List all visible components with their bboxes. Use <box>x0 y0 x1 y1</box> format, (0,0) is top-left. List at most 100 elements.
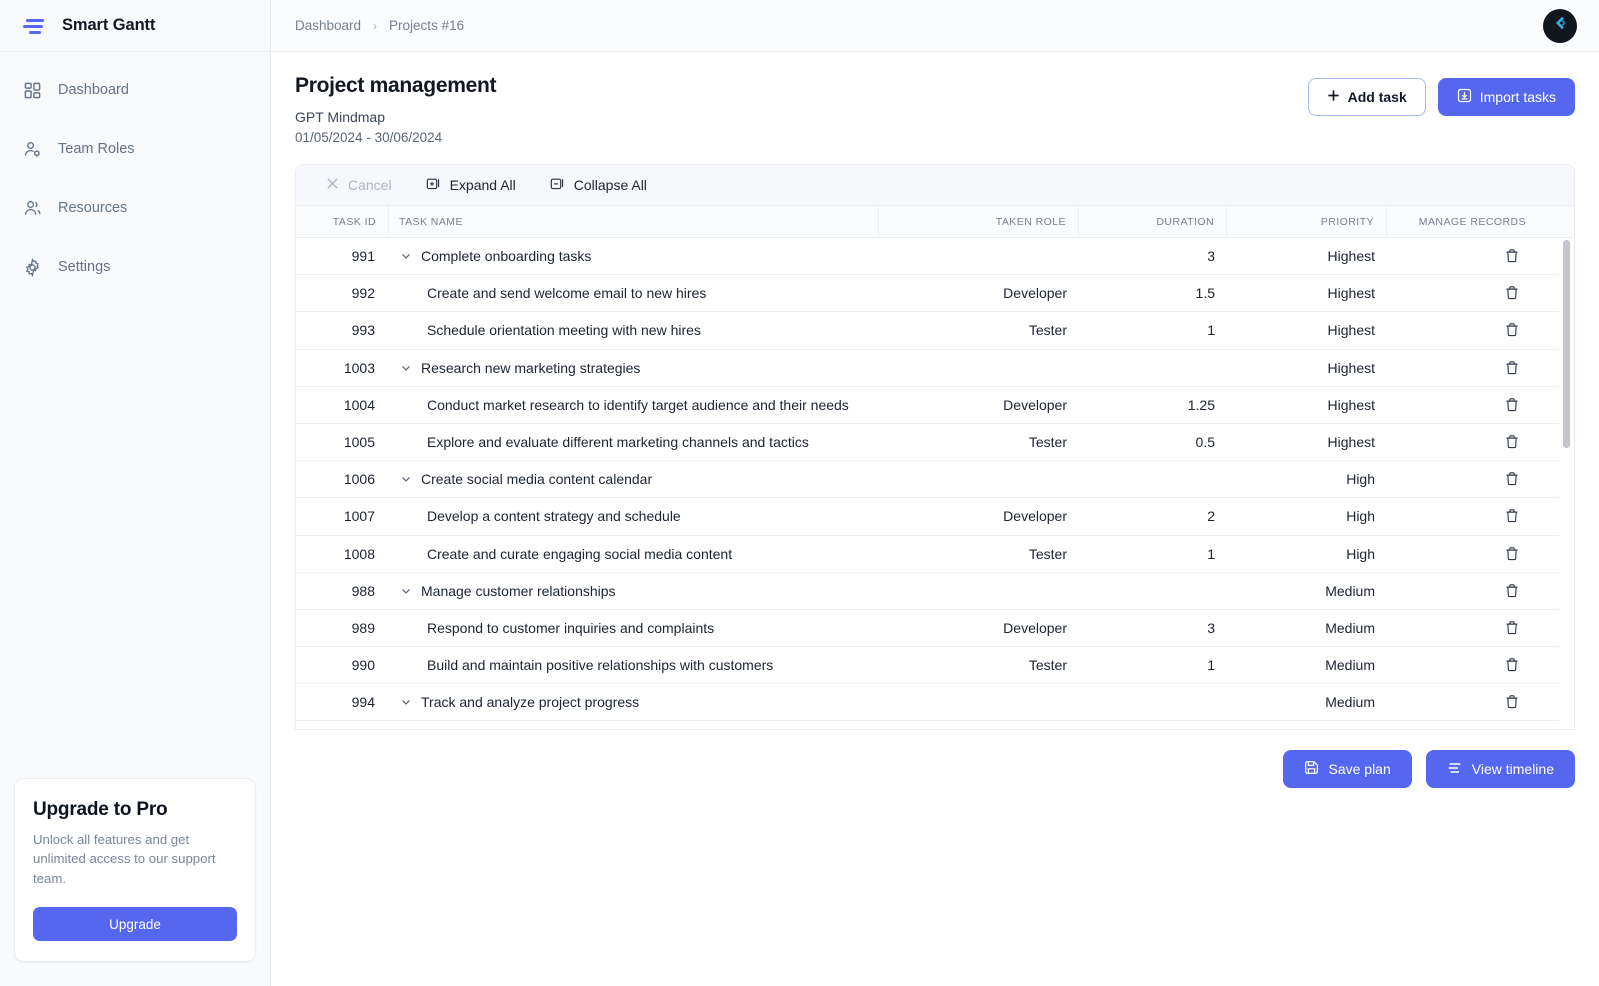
brand-name: Smart Gantt <box>62 16 156 34</box>
save-plan-button[interactable]: Save plan <box>1283 750 1412 788</box>
delete-task-icon[interactable] <box>1504 285 1520 301</box>
import-tasks-button[interactable]: Import tasks <box>1437 78 1575 116</box>
table-row[interactable]: 991 Complete onboarding tasks 3 Highest <box>296 238 1574 276</box>
delete-task-icon[interactable] <box>1504 694 1520 710</box>
sidebar-item-label: Dashboard <box>58 82 129 98</box>
duration-cell: 1 <box>1207 322 1215 339</box>
taken-role-cell: Developer <box>1003 619 1067 636</box>
task-name-cell: Conduct market research to identify targ… <box>389 387 879 423</box>
collapse-all-label: Collapse All <box>573 177 647 193</box>
task-name-text: Respond to customer inquiries and compla… <box>427 619 715 636</box>
task-name-text: Explore and evaluate different marketing… <box>427 434 809 451</box>
task-name-cell: Respond to customer inquiries and compla… <box>389 610 879 646</box>
task-id-cell: 1005 <box>343 434 375 451</box>
task-name-cell: Create social media content calendar <box>389 461 879 497</box>
priority-cell: Highest <box>1327 248 1375 265</box>
view-timeline-button[interactable]: View timeline <box>1425 750 1575 788</box>
expand-all-label: Expand All <box>449 177 516 193</box>
breadcrumb-project[interactable]: Projects #16 <box>389 18 464 33</box>
chevron-down-icon[interactable] <box>399 249 413 263</box>
save-disk-icon <box>1304 760 1319 778</box>
manage-records-cell <box>1387 461 1542 497</box>
add-task-button[interactable]: Add task <box>1307 78 1426 116</box>
duration-cell: 3 <box>1207 619 1215 636</box>
manage-records-cell <box>1387 610 1542 646</box>
cancel-button[interactable]: Cancel <box>312 170 406 200</box>
manage-records-cell <box>1387 424 1542 460</box>
delete-task-icon[interactable] <box>1504 620 1520 636</box>
sidebar-item-resources[interactable]: Resources <box>0 188 270 228</box>
table-row[interactable]: 992 Create and send welcome email to new … <box>296 275 1574 313</box>
avatar[interactable] <box>1543 8 1577 43</box>
chevron-down-icon[interactable] <box>399 695 413 709</box>
priority-cell: Highest <box>1327 359 1375 376</box>
manage-records-cell <box>1387 275 1542 311</box>
task-name-text: Create social media content calendar <box>421 471 653 488</box>
delete-task-icon[interactable] <box>1504 434 1520 450</box>
task-id-cell: 1003 <box>343 359 375 376</box>
cancel-label: Cancel <box>348 177 392 193</box>
breadcrumb-dashboard[interactable]: Dashboard <box>295 18 361 33</box>
task-name-cell: Create and curate engaging social media … <box>389 536 879 572</box>
task-id-cell: 989 <box>351 619 375 636</box>
sidebar-item-team-roles[interactable]: Team Roles <box>0 129 270 169</box>
table-header-row: TASK ID TASK NAME TAKEN ROLE DURATION PR… <box>296 206 1574 238</box>
task-name-text: Develop a content strategy and schedule <box>427 508 681 525</box>
chevron-down-icon[interactable] <box>399 361 413 375</box>
table-row[interactable]: 1003 Research new marketing strategies Hig… <box>296 350 1574 387</box>
sidebar-item-dashboard[interactable]: Dashboard <box>0 70 270 110</box>
taken-role-cell: Developer <box>1003 508 1067 525</box>
task-name-cell: Complete onboarding tasks <box>389 238 879 274</box>
priority-cell: High <box>1346 471 1375 488</box>
priority-cell: Medium <box>1325 619 1375 636</box>
duration-cell: 1.25 <box>1187 396 1215 413</box>
collapse-all-icon <box>550 176 565 194</box>
table-row[interactable]: 1007 Develop a content strategy and sched… <box>296 498 1574 536</box>
task-name-cell: Research new marketing strategies <box>389 350 879 386</box>
table-row[interactable]: 988 Manage customer relationships Medium <box>296 573 1574 610</box>
chevron-down-icon[interactable] <box>399 472 413 486</box>
table-row[interactable]: 990 Build and maintain positive relations… <box>296 647 1574 685</box>
delete-task-icon[interactable] <box>1504 583 1520 599</box>
delete-task-icon[interactable] <box>1504 360 1520 376</box>
table-row[interactable]: 1006 Create social media content calendar… <box>296 461 1574 499</box>
priority-cell: Highest <box>1327 285 1375 302</box>
task-name-cell: Track and analyze project progress <box>389 684 879 720</box>
delete-task-icon[interactable] <box>1504 397 1520 413</box>
table-row[interactable]: 1005 Explore and evaluate different marke… <box>296 424 1574 462</box>
plus-icon <box>1327 89 1340 105</box>
duration-cell <box>1079 684 1227 720</box>
brand[interactable]: Smart Gantt <box>0 0 270 52</box>
sidebar-item-label: Settings <box>58 259 111 275</box>
delete-task-icon[interactable] <box>1504 248 1520 264</box>
task-name-text: Create and curate engaging social media … <box>427 545 733 562</box>
taken-role-cell: Tester <box>1028 545 1067 562</box>
delete-task-icon[interactable] <box>1504 657 1520 673</box>
delete-task-icon[interactable] <box>1504 508 1520 524</box>
chevron-down-icon[interactable] <box>399 584 413 598</box>
task-id-cell: 992 <box>351 285 375 302</box>
table-row[interactable]: 989 Respond to customer inquiries and com… <box>296 610 1574 648</box>
taken-role-cell <box>879 684 1079 720</box>
delete-task-icon[interactable] <box>1504 471 1520 487</box>
delete-task-icon[interactable] <box>1504 322 1520 338</box>
sidebar-item-settings[interactable]: Settings <box>0 247 270 287</box>
table-scrollbar-thumb[interactable] <box>1563 240 1570 448</box>
table-row[interactable]: 993 Schedule orientation meeting with new… <box>296 312 1574 350</box>
table-row[interactable]: 1004 Conduct market research to identify … <box>296 387 1574 424</box>
duration-cell <box>1079 573 1227 609</box>
task-id-cell: 988 <box>351 582 375 599</box>
expand-all-button[interactable]: Expand All <box>412 170 530 200</box>
delete-task-icon[interactable] <box>1504 546 1520 562</box>
manage-records-cell <box>1387 387 1542 423</box>
table-scrollbar-track[interactable] <box>1559 238 1574 729</box>
table-row[interactable]: 1008 Create and curate engaging social me… <box>296 536 1574 573</box>
upgrade-button[interactable]: Upgrade <box>33 907 237 941</box>
table-row[interactable]: 995Establish project milestones and time… <box>296 721 1574 729</box>
collapse-all-button[interactable]: Collapse All <box>536 170 661 200</box>
column-header-task-name: TASK NAME <box>389 206 879 237</box>
page-header: Project management GPT Mindmap 01/05/202… <box>271 52 1599 145</box>
table-row[interactable]: 994 Track and analyze project progress Med… <box>296 684 1574 722</box>
manage-records-cell <box>1387 238 1542 274</box>
task-id-cell: 993 <box>351 322 375 339</box>
